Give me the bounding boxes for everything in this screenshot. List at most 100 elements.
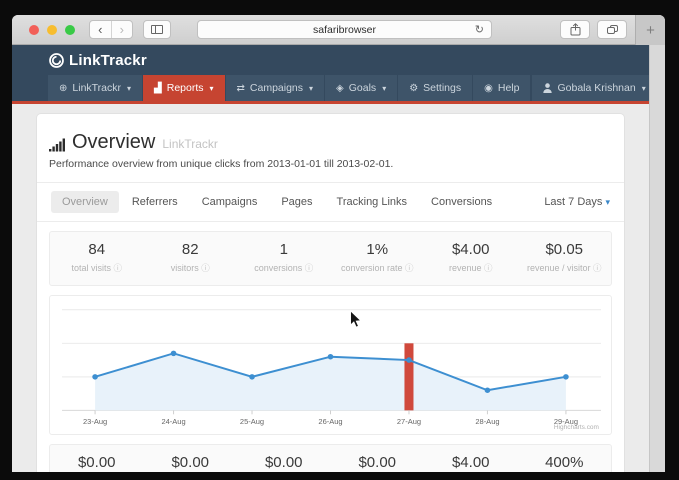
stat-total-visits: 84total visits ⓘ — [50, 241, 144, 274]
share-button[interactable] — [560, 20, 590, 39]
x-axis-label: 25-Aug — [240, 417, 264, 426]
refresh-icon[interactable]: ↻ — [475, 23, 484, 36]
date-range-label: Last 7 Days — [544, 196, 602, 208]
stat-visitors: 82visitors ⓘ — [144, 241, 238, 274]
info-icon[interactable]: ⓘ — [593, 263, 602, 273]
stat-label: conversions ⓘ — [237, 262, 331, 274]
stat-value: $0.00 — [237, 454, 331, 471]
nav-item-settings[interactable]: ⚙Settings — [398, 75, 472, 101]
window-controls — [29, 25, 75, 35]
report-card: Overview LinkTrackr Performance overview… — [37, 114, 624, 472]
stat-value: 400% — [518, 454, 612, 471]
data-point-marker — [171, 351, 177, 357]
tabs-icon — [607, 25, 618, 34]
nav-item-label: Goals — [349, 82, 376, 94]
show-tabs-button[interactable] — [597, 20, 627, 39]
stat-cpa: $0.00cpa ⓘ — [331, 454, 425, 472]
brand-name: LinkTrackr — [69, 52, 147, 69]
close-window-button[interactable] — [29, 25, 39, 35]
x-axis-label: 23-Aug — [83, 417, 107, 426]
share-icon — [570, 23, 581, 36]
stats-bottom: $0.00total cost ⓘ$0.00cost / visit ⓘ$0.0… — [49, 444, 612, 472]
stat-cost-visit: $0.00cost / visit ⓘ — [144, 454, 238, 472]
stat-label: conversion rate ⓘ — [331, 262, 425, 274]
nav-item-goals[interactable]: ◈ Goals ▾ — [325, 75, 397, 101]
page-title: Overview — [72, 131, 155, 154]
stat-value: 84 — [50, 241, 144, 258]
tab-conversions[interactable]: Conversions — [420, 191, 503, 213]
nav-item-label: Reports — [167, 82, 204, 94]
date-range-dropdown[interactable]: Last 7 Days ▾ — [544, 196, 612, 208]
nav-item-label: Campaigns — [250, 82, 303, 94]
chevron-down-icon: ▾ — [210, 84, 214, 93]
page-title-suffix: LinkTrackr — [162, 137, 218, 151]
visits-chart-panel: 23-Aug24-Aug25-Aug26-Aug27-Aug28-Aug29-A… — [49, 295, 612, 435]
chevron-down-icon: ▾ — [382, 84, 386, 93]
nav-item-reports[interactable]: ▟ Reports ▾ — [143, 75, 224, 101]
stat-value: $0.05 — [518, 241, 612, 258]
tab-campaigns[interactable]: Campaigns — [191, 191, 269, 213]
minimize-window-button[interactable] — [47, 25, 57, 35]
stat-conversion-rate: 1%conversion rate ⓘ — [331, 241, 425, 274]
tab-overview[interactable]: Overview — [51, 191, 119, 213]
nav-item-linktrackr[interactable]: ⊕LinkTrackr▾ — [48, 75, 142, 101]
stat-profit: $4.00profit ⓘ — [424, 454, 518, 472]
window-scroll-gutter[interactable] — [649, 45, 665, 472]
stat-total-cost: $0.00total cost ⓘ — [50, 454, 144, 472]
brand-logo[interactable]: LinkTrackr — [48, 52, 147, 69]
back-button[interactable]: ‹ — [90, 21, 111, 38]
chart-icon: ▟ — [154, 83, 162, 94]
nav-item-label: Settings — [423, 82, 461, 94]
stat-value: $4.00 — [424, 454, 518, 471]
divider — [37, 221, 624, 222]
info-icon[interactable]: ⓘ — [405, 263, 414, 273]
sidebar-toggle-button[interactable] — [143, 20, 171, 39]
data-point-marker — [406, 357, 412, 363]
address-bar[interactable]: safaribrowser ↻ — [197, 20, 492, 39]
new-tab-button[interactable]: + — [635, 15, 665, 45]
report-tabs: OverviewReferrersCampaignsPagesTracking … — [49, 183, 612, 221]
browser-window: ‹ › safaribrowser ↻ + — [12, 15, 665, 472]
sidebar-icon — [151, 25, 163, 34]
data-point-marker — [92, 374, 98, 380]
plus-icon: + — [646, 22, 655, 39]
nav-item-campaigns[interactable]: ⇄Campaigns▾ — [226, 75, 325, 101]
user-icon — [543, 83, 552, 93]
globe-icon: ⊕ — [59, 83, 67, 94]
mouse-cursor — [351, 311, 361, 327]
nav-item-label: Help — [498, 82, 520, 94]
visits-chart-svg[interactable]: 23-Aug24-Aug25-Aug26-Aug27-Aug28-Aug29-A… — [50, 296, 611, 434]
main-nav: ⊕LinkTrackr▾▟Reports▾⇄Campaigns▾◈Goals▾⚙… — [12, 75, 649, 101]
data-point-marker — [563, 374, 569, 380]
user-menu[interactable]: Gobala Krishnan ▾ — [532, 75, 649, 101]
overview-bars-icon — [49, 138, 65, 152]
stat-label: revenue ⓘ — [424, 262, 518, 274]
forward-button[interactable]: › — [111, 21, 133, 38]
chevron-down-icon: ▾ — [309, 84, 313, 93]
browser-toolbar: ‹ › safaribrowser ↻ + — [12, 15, 665, 45]
chart-credit: Highcharts.com — [554, 424, 599, 431]
x-axis-label: 24-Aug — [161, 417, 185, 426]
diamond-icon: ◈ — [336, 83, 344, 94]
stat-label: visitors ⓘ — [144, 262, 238, 274]
info-icon[interactable]: ⓘ — [484, 263, 493, 273]
info-icon[interactable]: ⓘ — [305, 263, 314, 273]
tab-pages[interactable]: Pages — [270, 191, 323, 213]
x-axis-label: 28-Aug — [475, 417, 499, 426]
address-text: safaribrowser — [313, 24, 376, 36]
stat-revenue-visitor: $0.05revenue / visitor ⓘ — [518, 241, 612, 274]
info-icon[interactable]: ⓘ — [114, 263, 123, 273]
zoom-window-button[interactable] — [65, 25, 75, 35]
app-masthead: LinkTrackr — [12, 45, 649, 75]
linktrackr-logo-icon — [48, 52, 65, 69]
nav-item-help[interactable]: ◉Help — [473, 75, 530, 101]
stat-roi: 400%roi ⓘ — [518, 454, 612, 472]
info-icon[interactable]: ⓘ — [201, 263, 210, 273]
tab-tracking-links[interactable]: Tracking Links — [326, 191, 419, 213]
stat-value: $0.00 — [331, 454, 425, 471]
chevron-down-icon: ▾ — [642, 84, 646, 93]
user-name: Gobala Krishnan — [557, 82, 635, 94]
tab-referrers[interactable]: Referrers — [121, 191, 189, 213]
chevron-down-icon: ▾ — [605, 197, 610, 207]
stats-top: 84total visits ⓘ82visitors ⓘ1conversions… — [49, 231, 612, 286]
